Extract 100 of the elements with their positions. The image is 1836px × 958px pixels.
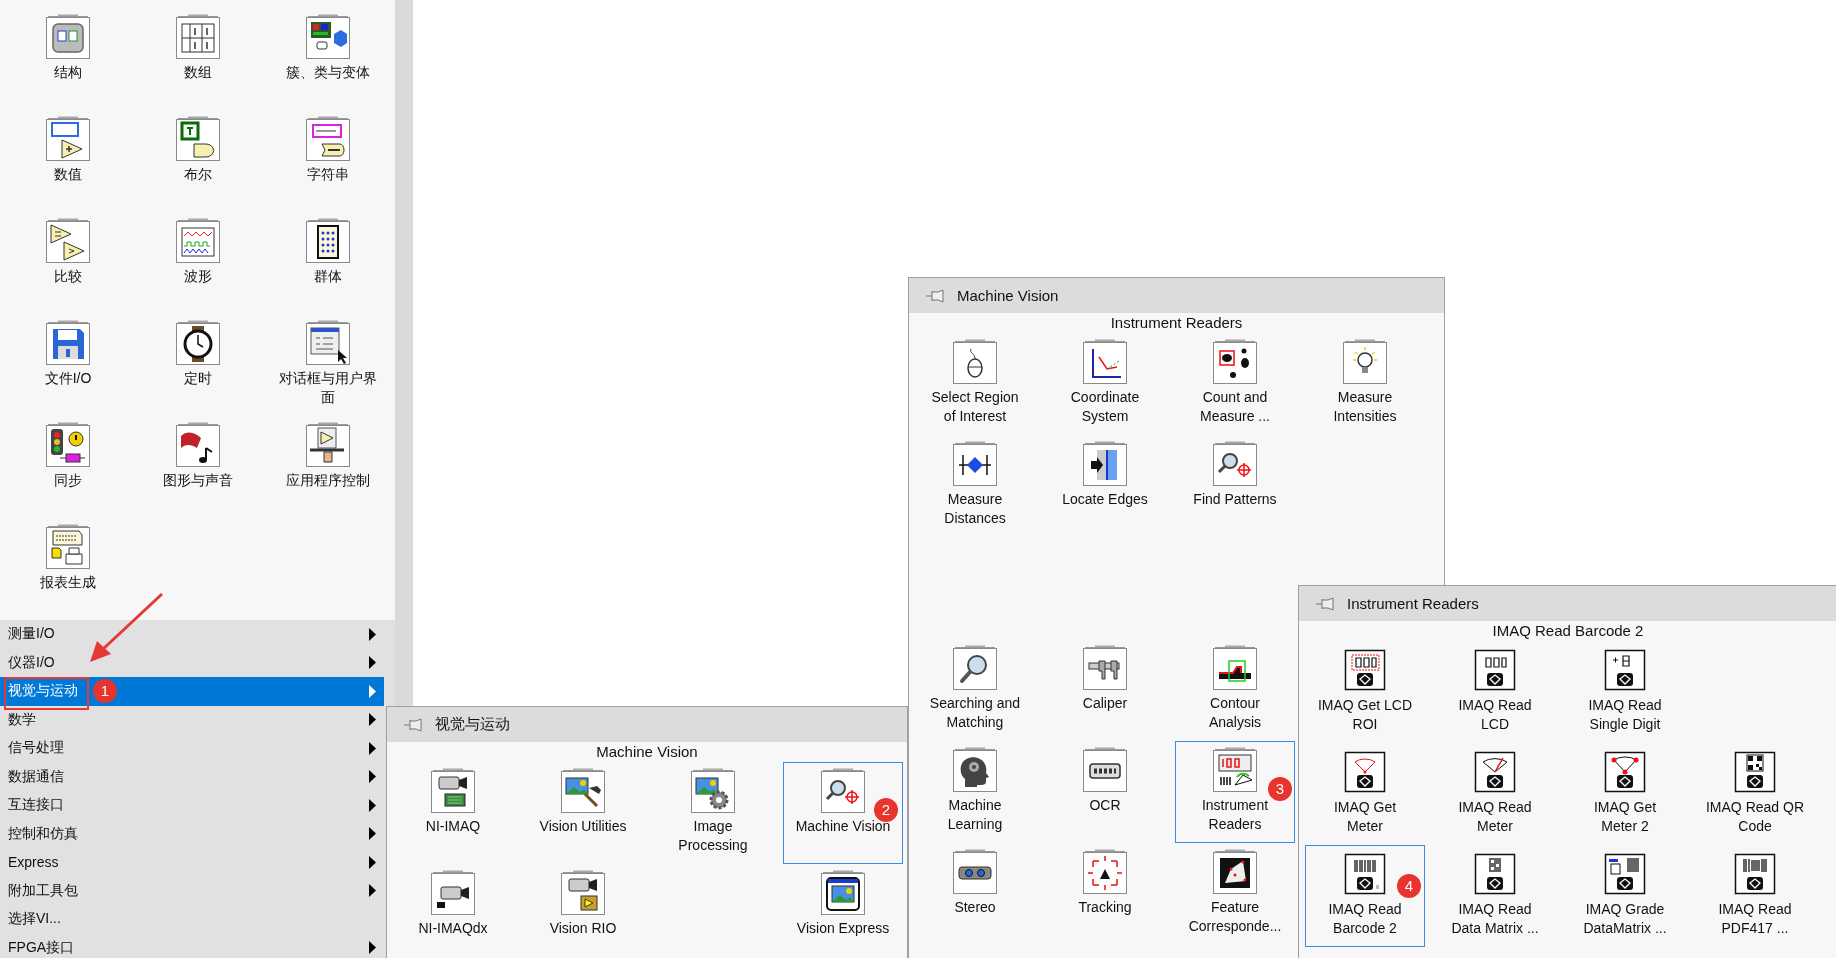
palette-item[interactable]: NI-IMAQdx [393,864,513,958]
palette-item[interactable]: Coordinate System [1045,333,1165,435]
dialog-window-icon [304,320,352,366]
menu-item[interactable]: 数据通信 [0,762,384,791]
submenu-arrow-icon [369,884,376,898]
printer-icon [44,524,92,570]
menu-item[interactable]: Express [0,848,384,877]
menu-item[interactable]: 附加工具包 [0,876,384,905]
menu-item[interactable]: 测量I/O [0,620,384,649]
palette-item[interactable]: IMAQ Read LCD [1435,641,1555,743]
menu-item[interactable]: FPGA接口 [0,933,384,958]
camera-board-icon [429,768,477,814]
feature-points-icon [1211,849,1259,895]
numeric-icon [44,116,92,162]
pin-icon[interactable] [925,287,945,304]
stereo-camera-icon [951,849,999,895]
palette-item[interactable]: 对话框与用户界面 [268,314,388,416]
palette-item[interactable]: IMAQ Get Meter 2 [1565,743,1685,845]
menu-item[interactable]: 互连接口 [0,791,384,820]
palette-item[interactable]: Caliper [1045,639,1165,741]
palette-item[interactable]: 文件I/O [8,314,128,416]
palette-item[interactable]: 报表生成 [8,518,128,620]
magnifier-icon [951,645,999,691]
menu-item[interactable]: 控制和仿真 [0,819,384,848]
palette-item[interactable]: Image Processing [653,762,773,864]
diamond-measure-icon [951,441,999,487]
panel-title: Machine Vision [957,287,1059,304]
palette-item[interactable]: Feature Corresponde... [1175,843,1295,945]
magnifier-crosshair-icon [1211,441,1259,487]
palette-item[interactable]: 波形 [138,212,258,314]
palette-item[interactable]: Vision RIO [523,864,643,958]
menu-item[interactable]: 数学 [0,705,384,734]
caliper-icon [1081,645,1129,691]
grid-icon [174,14,222,60]
palette-item[interactable]: Searching and Matching [915,639,1035,741]
palette-item[interactable]: IMAQ Read Single Digit [1565,641,1685,743]
boolean-icon [174,116,222,162]
comparison-icon [44,218,92,264]
submenu-arrow-icon [369,941,376,955]
submenu-arrow-icon [369,855,376,869]
menu-item[interactable]: 仪器I/O [0,648,384,677]
palette-item[interactable]: Measure Intensities [1305,333,1425,435]
palette-item[interactable]: 应用程序控制 [268,416,388,518]
palette-item[interactable]: Stereo [915,843,1035,945]
palette-item[interactable]: 结构 [8,8,128,110]
submenu-arrow-icon [369,656,376,670]
submenu-arrow-icon [369,684,376,698]
menu-item[interactable]: 选择VI... [0,905,384,934]
palette-item[interactable]: Find Patterns [1175,435,1295,537]
palette-item[interactable]: NI-IMAQ [393,762,513,864]
palette-item[interactable]: 比较 [8,212,128,314]
menu-item[interactable]: 信号处理 [0,734,384,763]
panel-title: Instrument Readers [1347,595,1479,612]
traffic-light-icon [44,422,92,468]
palette-item[interactable]: 数值 [8,110,128,212]
edge-icon [1081,441,1129,487]
palette-item[interactable]: 数组 [138,8,258,110]
contour-icon [1211,645,1259,691]
submenu-arrow-icon [369,627,376,641]
palette-item[interactable]: IMAQ Read QR Code [1695,743,1815,845]
palette-item[interactable]: 布尔 [138,110,258,212]
display-gauge-icon [1211,747,1259,793]
axes-icon [1081,339,1129,385]
palette-item[interactable]: 群体 [268,212,388,314]
palette-item[interactable]: IMAQ Get Meter [1305,743,1425,845]
palette-item[interactable]: 簇、类与变体 [268,8,388,110]
palette-item[interactable]: Vision Utilities [523,762,643,864]
palette-item[interactable]: IMAQ Read Meter [1435,743,1555,845]
palette-item[interactable]: 图形与声音 [138,416,258,518]
music-note-icon [174,422,222,468]
pin-icon[interactable] [1315,595,1335,612]
pin-icon[interactable] [403,716,423,733]
watch-icon [174,320,222,366]
palette-item[interactable]: Machine Learning [915,741,1035,843]
palette-item[interactable]: Count and Measure ... [1175,333,1295,435]
ocr-icon [1081,747,1129,793]
hand-tray-icon [304,422,352,468]
palette-item[interactable]: Select Region of Interest [915,333,1035,435]
palette-item[interactable]: IMAQ Get LCD ROI [1305,641,1425,743]
palette-item[interactable]: IMAQ Read PDF417 ... [1695,845,1815,947]
string-icon [304,116,352,162]
palette-item[interactable]: Tracking [1045,843,1165,945]
camera-chip-icon [559,870,607,916]
palette-item[interactable]: Locate Edges [1045,435,1165,537]
frame-icon [44,14,92,60]
blobs-icon [1211,339,1259,385]
palette-item[interactable]: OCR [1045,741,1165,843]
keypad-icon [304,218,352,264]
magnifier-crosshair-icon [819,768,867,814]
submenu-arrow-icon [369,798,376,812]
palette-item[interactable]: Contour Analysis [1175,639,1295,741]
palette-item[interactable]: IMAQ Grade DataMatrix ... [1565,845,1685,947]
palette-item[interactable]: 字符串 [268,110,388,212]
submenu-arrow-icon [369,770,376,784]
palette-item[interactable]: IMAQ Read Data Matrix ... [1435,845,1555,947]
palette-item[interactable]: Measure Distances [915,435,1035,537]
palette-item[interactable]: Vision Express [783,864,903,958]
palette-item[interactable]: 同步 [8,416,128,518]
palette-item[interactable]: 定时 [138,314,258,416]
image-gears-icon [689,768,737,814]
